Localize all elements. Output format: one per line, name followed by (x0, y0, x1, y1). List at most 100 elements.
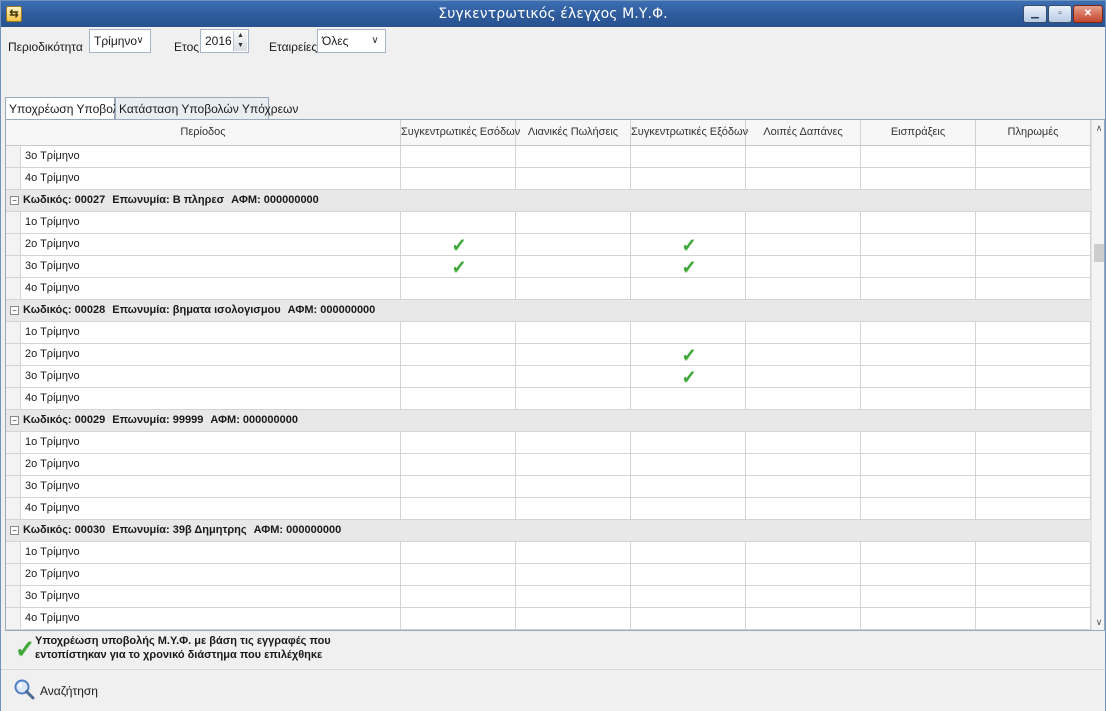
spin-up-icon[interactable]: ▲ (234, 31, 247, 41)
minimize-button[interactable]: ▁ (1023, 5, 1047, 23)
group-row[interactable]: − Κωδικός: 00030 Επωνυμία: 39β Δημητρης ΑΦΜ… (6, 520, 1091, 542)
column-header[interactable]: Πληρωμές (976, 120, 1091, 145)
value-cell (746, 608, 861, 629)
value-cell (746, 278, 861, 299)
column-header[interactable]: Λοιπές Δαπάνες (746, 120, 861, 145)
chevron-down-icon: ∨ (371, 35, 379, 46)
maximize-button[interactable]: ▫ (1048, 5, 1072, 23)
data-grid: Περίοδος Συγκεντρωτικές Εσόδων Λιανικές Πω… (5, 119, 1105, 631)
value-cell (631, 212, 746, 233)
value-cell (631, 146, 746, 167)
value-cell (516, 608, 631, 629)
close-button[interactable]: ✕ (1073, 5, 1103, 23)
vertical-scrollbar[interactable]: ∧ ∨ (1091, 120, 1104, 630)
value-cell (401, 608, 516, 629)
table-row[interactable]: 3ο Τρίμηνο (6, 586, 1091, 608)
row-gutter (6, 454, 21, 475)
value-cell (861, 432, 976, 453)
column-header[interactable]: Συγκεντρωτικές Εξόδων (631, 120, 748, 145)
value-cell (746, 344, 861, 365)
value-cell (976, 366, 1091, 387)
table-row[interactable]: 1ο Τρίμηνο (6, 212, 1091, 234)
value-cell (976, 256, 1091, 277)
period-cell: 2ο Τρίμηνο (21, 234, 401, 255)
value-cell (401, 146, 516, 167)
value-cell: ✓ (631, 234, 746, 255)
table-row[interactable]: 2ο Τρίμηνο ✓ (6, 344, 1091, 366)
title-bar: ⇆ Συγκεντρωτικός έλεγχος Μ.Υ.Φ. ▁ ▫ ✕ (1, 1, 1105, 27)
column-header[interactable]: Συγκεντρωτικές Εσόδων (401, 120, 520, 145)
collapse-icon[interactable]: − (10, 195, 19, 205)
table-row[interactable]: 4ο Τρίμηνο (6, 278, 1091, 300)
spin-down-icon[interactable]: ▼ (234, 41, 247, 51)
table-row[interactable]: 3ο Τρίμηνο (6, 146, 1091, 168)
table-row[interactable]: 4ο Τρίμηνο (6, 498, 1091, 520)
collapse-icon[interactable]: − (10, 525, 19, 535)
group-row[interactable]: − Κωδικός: 00028 Επωνυμία: βηματα ισολογισ… (6, 300, 1091, 322)
value-cell (516, 212, 631, 233)
table-row[interactable]: 4ο Τρίμηνο (6, 608, 1091, 630)
value-cell (401, 542, 516, 563)
collapse-icon[interactable]: − (10, 415, 19, 425)
scroll-thumb[interactable] (1094, 244, 1104, 262)
row-gutter (6, 322, 21, 343)
group-row[interactable]: − Κωδικός: 00027 Επωνυμία: Β πληρεσ ΑΦΜ: 00… (6, 190, 1091, 212)
value-cell (401, 498, 516, 519)
table-row[interactable]: 1ο Τρίμηνο (6, 432, 1091, 454)
group-row[interactable]: − Κωδικός: 00029 Επωνυμία: 99999 ΑΦΜ: 00000… (6, 410, 1091, 432)
value-cell (976, 234, 1091, 255)
value-cell: ✓ (631, 344, 746, 365)
value-cell (516, 366, 631, 387)
scroll-down-icon[interactable]: ∨ (1092, 614, 1104, 630)
table-row[interactable]: 2ο Τρίμηνο ✓ ✓ (6, 234, 1091, 256)
company-select[interactable]: Όλες ∨ (317, 29, 386, 53)
value-cell (976, 542, 1091, 563)
column-header[interactable]: Περίοδος (6, 120, 401, 145)
column-header[interactable]: Λιανικές Πωλήσεις (516, 120, 631, 145)
value-cell (861, 564, 976, 585)
value-cell (746, 586, 861, 607)
value-cell: ✓ (631, 256, 746, 277)
scroll-up-icon[interactable]: ∧ (1092, 120, 1104, 136)
row-gutter (6, 608, 21, 629)
table-row[interactable]: 3ο Τρίμηνο ✓ (6, 366, 1091, 388)
value-cell (516, 454, 631, 475)
year-spinner[interactable]: 2016 ▲ ▼ (200, 29, 249, 53)
check-icon: ✓ (15, 636, 36, 663)
value-cell (861, 168, 976, 189)
table-row[interactable]: 2ο Τρίμηνο (6, 454, 1091, 476)
legend-text: Υποχρέωση υποβολής Μ.Υ.Φ. με βάση τις εγ… (35, 635, 331, 661)
group-label: − Κωδικός: 00027 Επωνυμία: Β πληρεσ ΑΦΜ: 00… (10, 190, 319, 211)
value-cell (516, 542, 631, 563)
value-cell (746, 476, 861, 497)
value-cell (976, 564, 1091, 585)
group-name-label: Επωνυμία: βηματα ισολογισμου (112, 304, 281, 316)
value-cell (516, 344, 631, 365)
period-cell: 4ο Τρίμηνο (21, 278, 401, 299)
search-button[interactable]: Αναζήτηση (13, 678, 123, 704)
table-row[interactable]: 3ο Τρίμηνο ✓ ✓ (6, 256, 1091, 278)
tab-submission-obligation[interactable]: Υποχρέωση Υποβολής (5, 97, 131, 120)
row-gutter (6, 366, 21, 387)
year-spin-buttons[interactable]: ▲ ▼ (233, 31, 247, 51)
tab-submission-status[interactable]: Κατάσταση Υποβολών Υπόχρεων (115, 97, 298, 119)
value-cell (631, 454, 746, 475)
table-row[interactable]: 2ο Τρίμηνο (6, 564, 1091, 586)
value-cell (746, 454, 861, 475)
table-row[interactable]: 3ο Τρίμηνο (6, 476, 1091, 498)
table-row[interactable]: 4ο Τρίμηνο (6, 388, 1091, 410)
table-row[interactable]: 4ο Τρίμηνο (6, 168, 1091, 190)
collapse-icon[interactable]: − (10, 305, 19, 315)
group-afm-label: ΑΦΜ: 000000000 (287, 304, 376, 316)
value-cell (746, 542, 861, 563)
table-row[interactable]: 1ο Τρίμηνο (6, 542, 1091, 564)
check-icon: ✓ (681, 367, 697, 387)
value-cell (401, 454, 516, 475)
table-row[interactable]: 1ο Τρίμηνο (6, 322, 1091, 344)
value-cell (631, 542, 746, 563)
period-select[interactable]: Τρίμηνο ∨ (89, 29, 151, 53)
period-cell: 4ο Τρίμηνο (21, 388, 401, 409)
row-gutter (6, 146, 21, 167)
column-header[interactable]: Εισπράξεις (861, 120, 976, 145)
value-cell (631, 388, 746, 409)
